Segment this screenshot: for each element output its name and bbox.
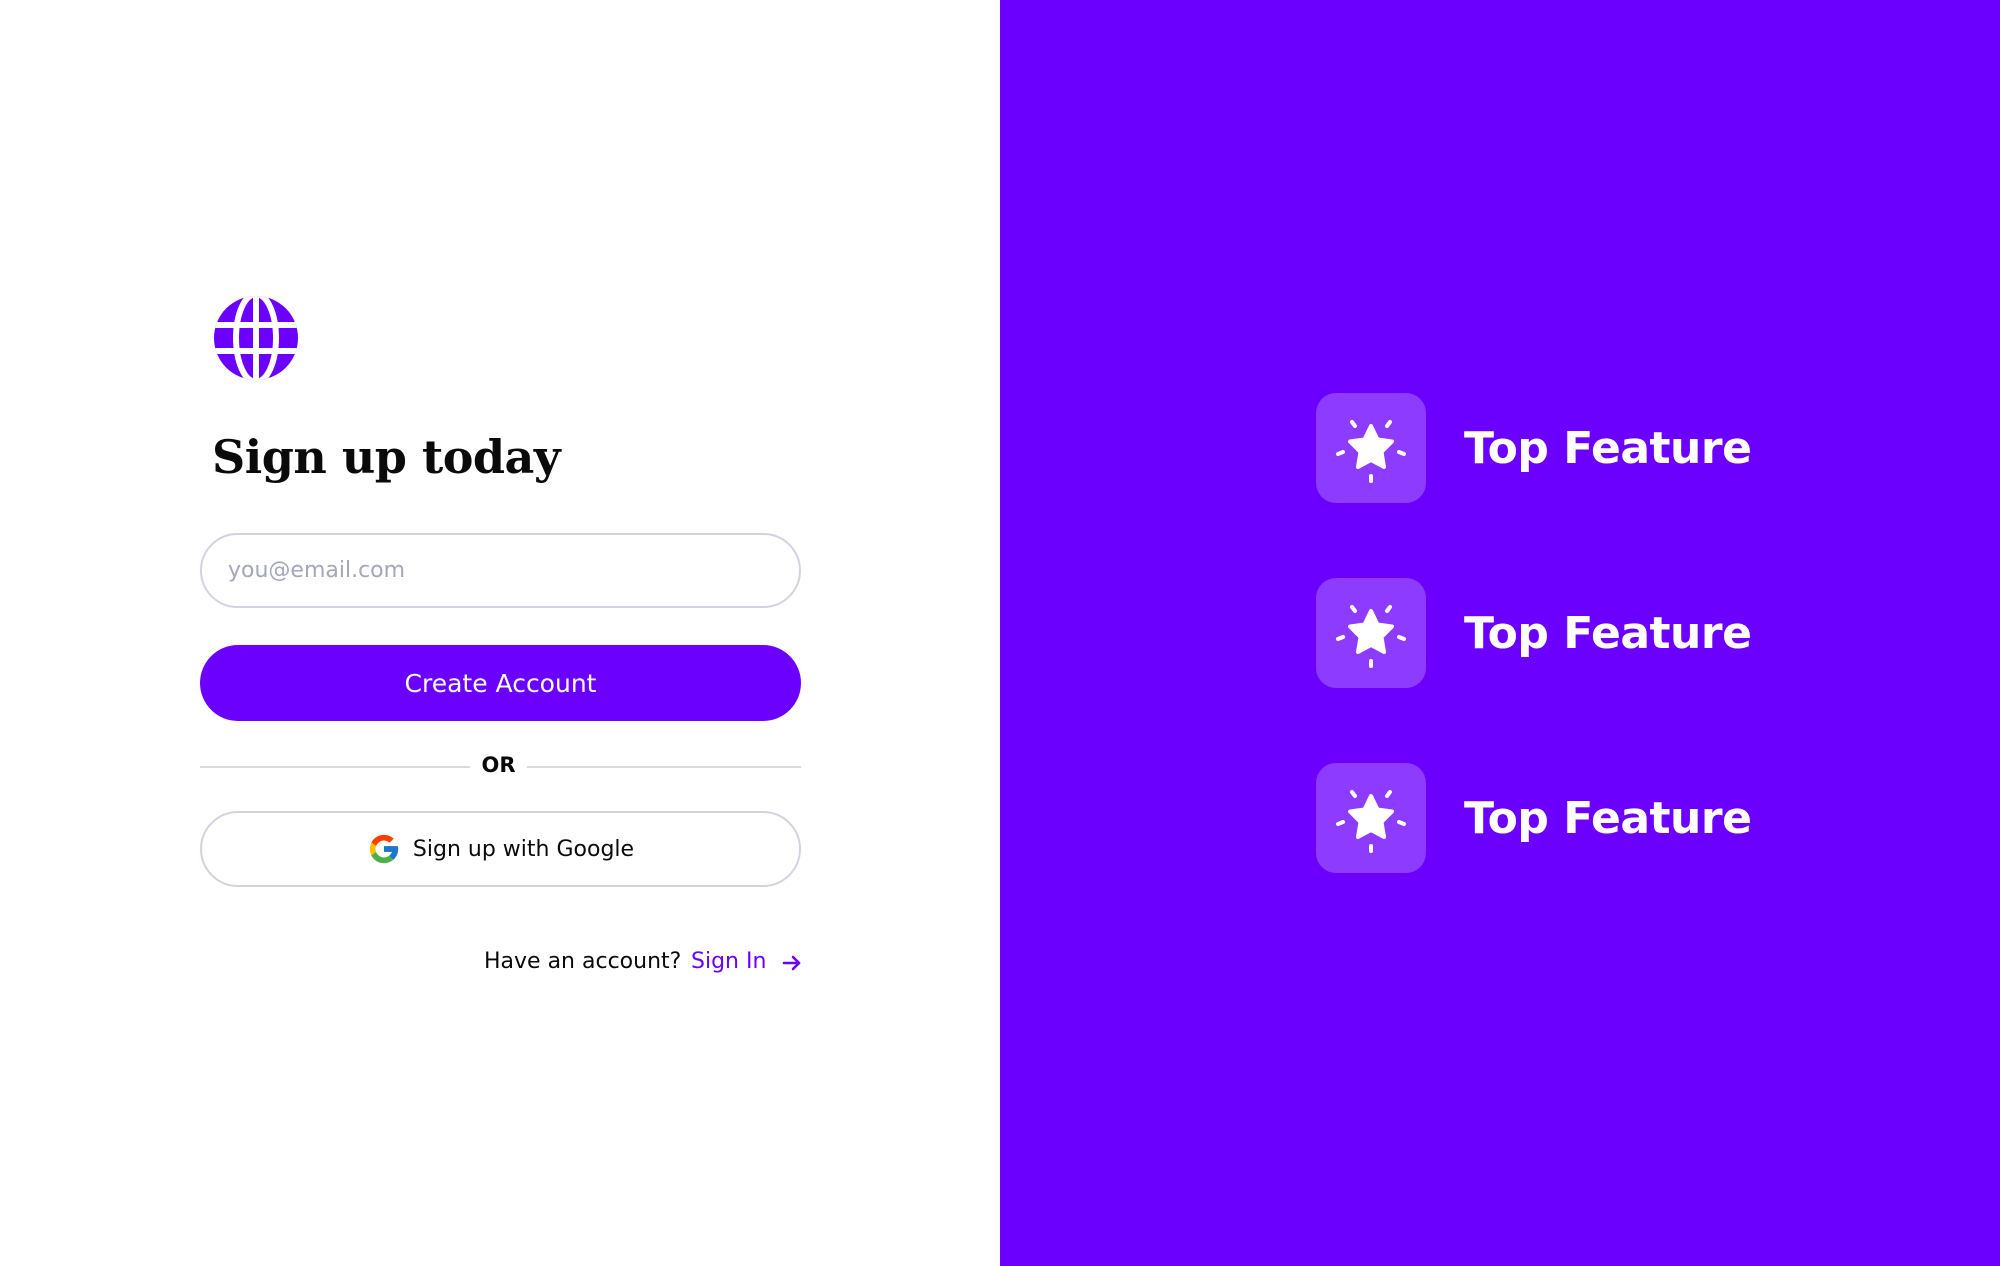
email-input[interactable] [200, 533, 801, 608]
feature-label: Top Feature [1464, 422, 1752, 474]
feature-tile [1316, 763, 1426, 873]
feature-tile [1316, 578, 1426, 688]
sign-in-link[interactable]: Sign In [691, 949, 766, 974]
feature-tile [1316, 393, 1426, 503]
divider-left [200, 766, 470, 768]
page-title: Sign up today [212, 430, 561, 484]
or-divider-text: OR [481, 753, 516, 777]
feature-label: Top Feature [1464, 792, 1752, 844]
google-signup-button[interactable]: Sign up with Google [200, 811, 801, 887]
globe-icon [214, 296, 298, 380]
star-sparkle-icon [1336, 605, 1406, 668]
feature-item: Top Feature [1316, 763, 1752, 873]
arrow-right-icon[interactable] [782, 952, 802, 974]
divider-right [527, 766, 801, 768]
create-account-button[interactable]: Create Account [200, 645, 801, 721]
star-sparkle-icon [1336, 420, 1406, 483]
have-account-text: Have an account? [484, 949, 682, 974]
page: Sign up today Create Account OR Sign up … [0, 0, 2000, 1266]
google-button-label: Sign up with Google [412, 836, 635, 862]
google-icon [369, 834, 399, 864]
star-sparkle-icon [1336, 790, 1406, 853]
feature-item: Top Feature [1316, 578, 1752, 688]
signup-panel: Sign up today Create Account OR Sign up … [0, 0, 1000, 1266]
feature-item: Top Feature [1316, 393, 1752, 503]
feature-label: Top Feature [1464, 607, 1752, 659]
